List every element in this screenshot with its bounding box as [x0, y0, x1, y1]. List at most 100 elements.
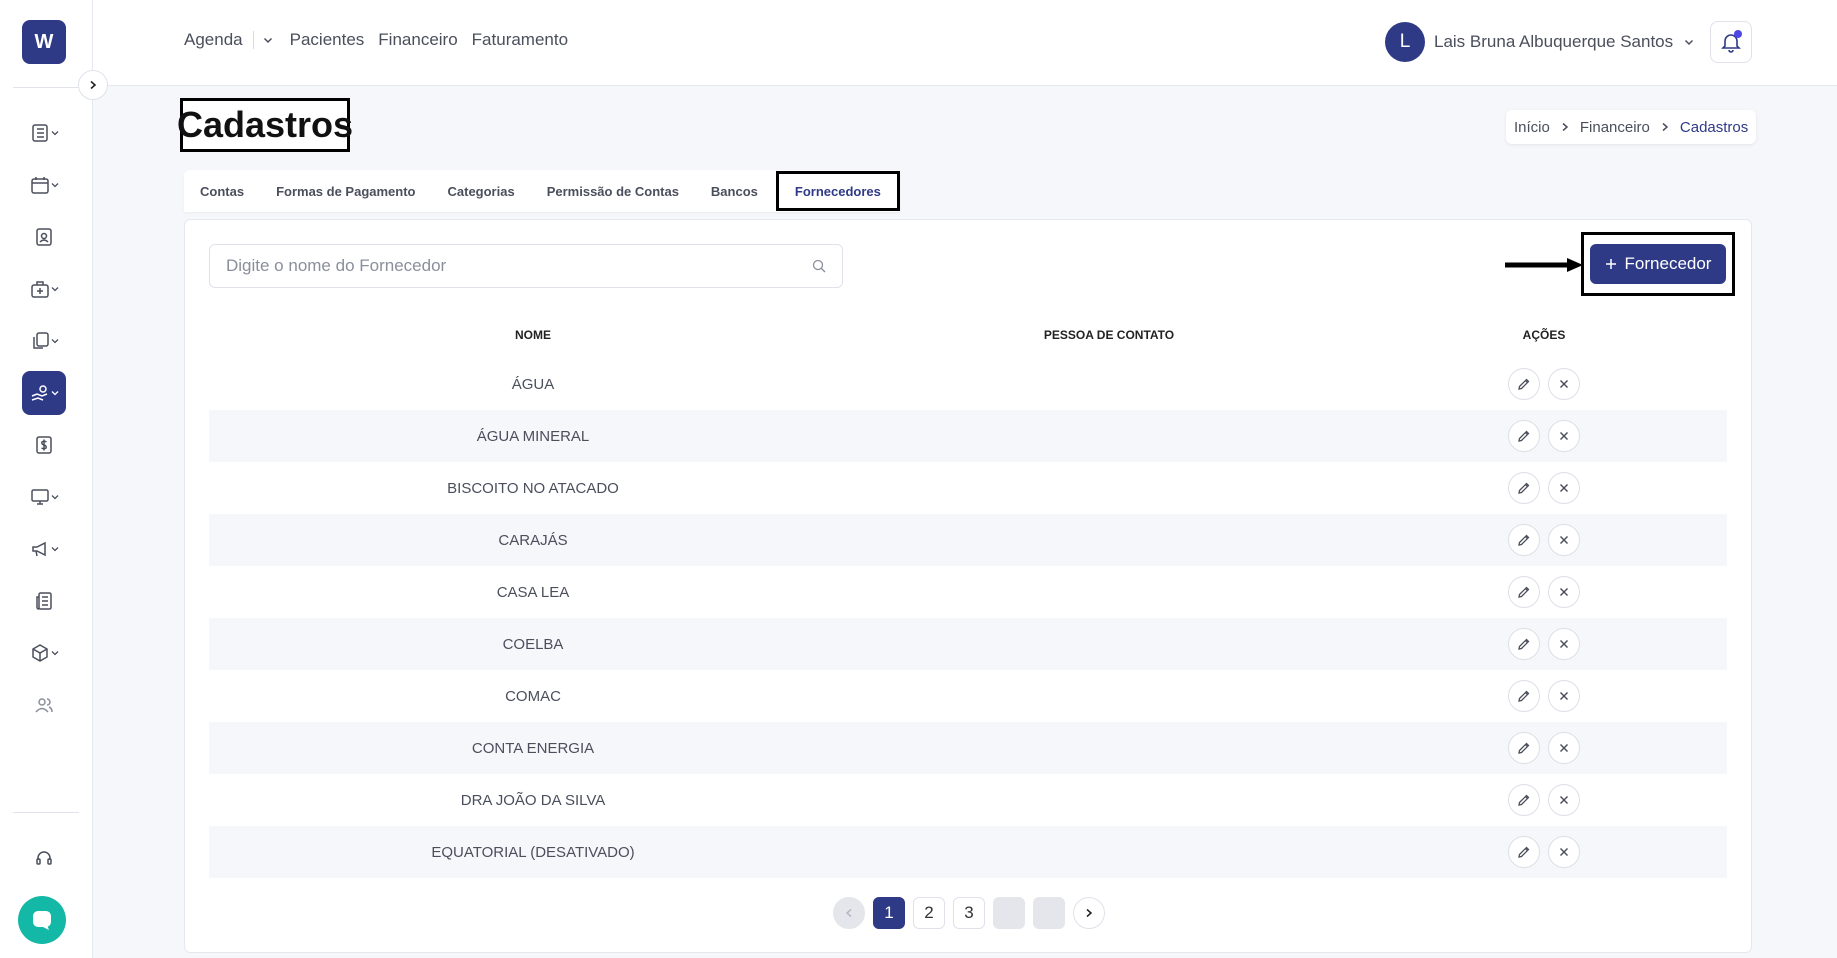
sidebar-item-records[interactable]	[22, 111, 66, 155]
pencil-icon	[1518, 430, 1530, 442]
sidebar-item-calendar[interactable]	[22, 163, 66, 207]
table-row: ÁGUA MINERAL	[209, 410, 1727, 462]
breadcrumb-financeiro[interactable]: Financeiro	[1580, 119, 1650, 136]
suppliers-table: NOME PESSOA DE CONTATO AÇÕES ÁGUA ÁGUA MI…	[209, 312, 1727, 878]
pagination-next-button[interactable]	[1073, 897, 1105, 929]
plus-icon	[1605, 259, 1616, 269]
chat-button[interactable]	[18, 896, 66, 944]
tab-formas-de-pagamento[interactable]: Formas de Pagamento	[260, 170, 431, 212]
delete-button[interactable]	[1548, 576, 1580, 608]
add-supplier-highlight: Fornecedor	[1581, 232, 1735, 296]
pagination-page-3[interactable]: 3	[953, 897, 985, 929]
nav-link-agenda[interactable]: Agenda	[184, 30, 243, 50]
sidebar-item-reports[interactable]	[22, 579, 66, 623]
edit-button[interactable]	[1508, 420, 1540, 452]
tab-categorias[interactable]: Categorias	[432, 170, 531, 212]
add-supplier-button[interactable]: Fornecedor	[1590, 244, 1726, 284]
chat-bubble-icon	[33, 911, 51, 930]
delete-button[interactable]	[1548, 420, 1580, 452]
chevron-left-icon	[845, 908, 852, 918]
row-actions	[1361, 524, 1727, 556]
user-menu[interactable]: L Lais Bruna Albuquerque Santos	[1385, 22, 1695, 62]
chevron-right-icon	[1560, 122, 1570, 132]
agenda-dropdown-toggle[interactable]	[262, 34, 274, 46]
header-contact: PESSOA DE CONTATO	[1043, 328, 1175, 342]
sidebar-item-inventory[interactable]	[22, 631, 66, 675]
search-input[interactable]	[226, 256, 812, 276]
supplier-name: EQUATORIAL (DESATIVADO)	[431, 843, 635, 861]
top-navigation: Agenda Pacientes Financeiro Faturamento	[184, 30, 582, 50]
row-actions	[1361, 836, 1727, 868]
sidebar-item-patients[interactable]	[22, 215, 66, 259]
delete-button[interactable]	[1548, 680, 1580, 712]
pagination-page-1[interactable]: 1	[873, 897, 905, 929]
sidebar-item-clinic[interactable]	[22, 267, 66, 311]
edit-button[interactable]	[1508, 472, 1540, 504]
edit-button[interactable]	[1508, 680, 1540, 712]
delete-button[interactable]	[1548, 732, 1580, 764]
sidebar-divider	[13, 812, 79, 813]
sidebar-item-users[interactable]	[22, 683, 66, 727]
nav-link-pacientes[interactable]: Pacientes	[290, 30, 365, 50]
table-row: COMAC	[209, 670, 1727, 722]
tab-permissao-de-contas[interactable]: Permissão de Contas	[531, 170, 695, 212]
sidebar-toggle-button[interactable]	[78, 70, 108, 100]
arrow-pointer-icon	[1505, 258, 1583, 272]
hand-coins-icon	[31, 385, 47, 401]
pagination-page-2[interactable]: 2	[913, 897, 945, 929]
pagination-blank	[1033, 897, 1065, 929]
tab-bancos[interactable]: Bancos	[695, 170, 774, 212]
notifications-button[interactable]	[1710, 21, 1752, 63]
search-field[interactable]	[209, 244, 843, 288]
delete-button[interactable]	[1548, 784, 1580, 816]
sidebar-item-marketing[interactable]	[22, 527, 66, 571]
sidebar-item-support[interactable]	[22, 836, 66, 880]
tab-contas[interactable]: Contas	[184, 170, 260, 212]
nav-link-financeiro[interactable]: Financeiro	[378, 30, 457, 50]
header-name: NOME	[515, 328, 551, 342]
table-row: CASA LEA	[209, 566, 1727, 618]
edit-button[interactable]	[1508, 576, 1540, 608]
table-row: DRA JOÃO DA SILVA	[209, 774, 1727, 826]
sidebar-item-billing[interactable]	[22, 423, 66, 467]
calendar-icon	[30, 177, 49, 194]
breadcrumb: Início Financeiro Cadastros	[1506, 110, 1757, 144]
edit-button[interactable]	[1508, 732, 1540, 764]
row-actions	[1361, 784, 1727, 816]
edit-button[interactable]	[1508, 368, 1540, 400]
table-row: ÁGUA	[209, 358, 1727, 410]
supplier-name: ÁGUA	[511, 375, 555, 393]
sidebar-item-screen[interactable]	[22, 475, 66, 519]
edit-button[interactable]	[1508, 524, 1540, 556]
delete-button[interactable]	[1548, 628, 1580, 660]
chevron-down-icon	[51, 651, 58, 656]
delete-button[interactable]	[1548, 368, 1580, 400]
breadcrumb-inicio[interactable]: Início	[1514, 119, 1550, 136]
nav-link-faturamento[interactable]: Faturamento	[472, 30, 568, 50]
row-actions	[1361, 472, 1727, 504]
pencil-icon	[1518, 794, 1530, 806]
pencil-icon	[1518, 534, 1530, 546]
pagination-prev-button[interactable]	[833, 897, 865, 929]
edit-button[interactable]	[1508, 784, 1540, 816]
tab-fornecedores[interactable]: Fornecedores	[775, 171, 900, 211]
app-logo[interactable]: W	[22, 20, 66, 64]
nav-separator	[252, 31, 254, 49]
delete-button[interactable]	[1548, 524, 1580, 556]
delete-button[interactable]	[1548, 836, 1580, 868]
edit-button[interactable]	[1508, 836, 1540, 868]
header-actions: AÇÕES	[1522, 328, 1566, 342]
edit-button[interactable]	[1508, 628, 1540, 660]
pagination-blank	[993, 897, 1025, 929]
sidebar-item-financial[interactable]	[22, 371, 66, 415]
close-icon	[1560, 588, 1568, 596]
close-icon	[1560, 380, 1568, 388]
headset-icon	[36, 851, 52, 865]
close-icon	[1560, 640, 1568, 648]
pencil-icon	[1518, 742, 1530, 754]
contact-badge-icon	[36, 228, 52, 246]
user-menu-chevron	[1683, 36, 1695, 48]
delete-button[interactable]	[1548, 472, 1580, 504]
close-icon	[1560, 484, 1568, 492]
sidebar-item-documents[interactable]	[22, 319, 66, 363]
